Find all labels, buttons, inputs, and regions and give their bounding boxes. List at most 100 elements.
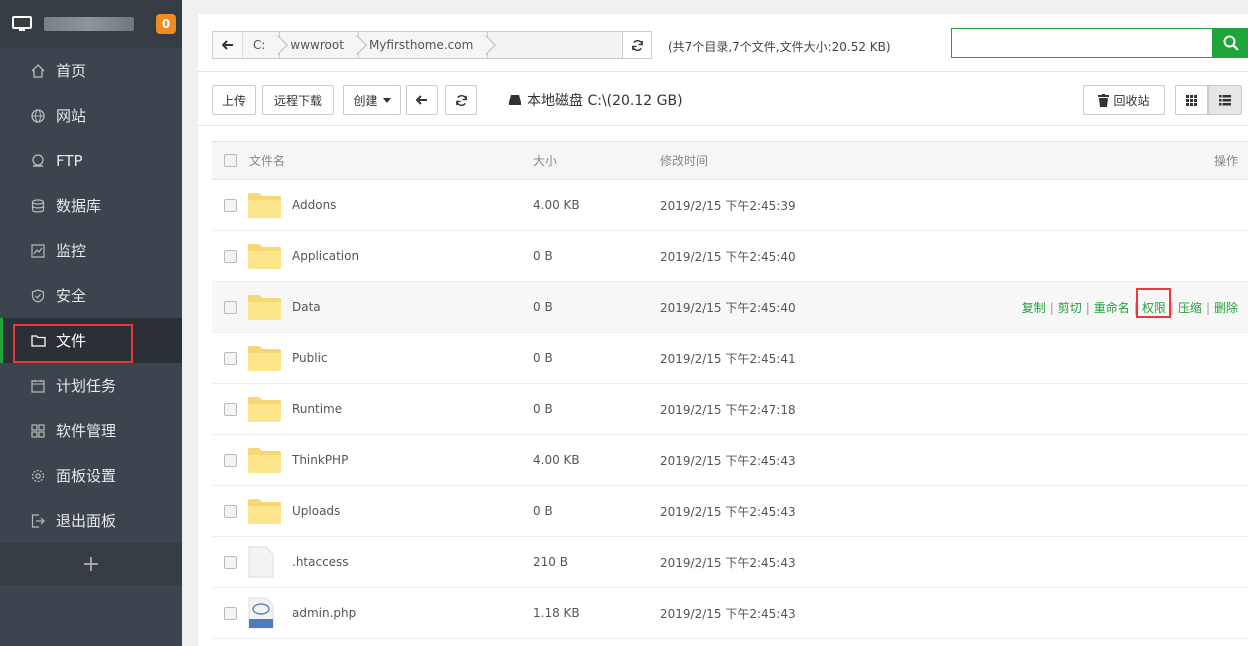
ftp-icon (30, 153, 46, 169)
list-view-icon (1219, 94, 1231, 105)
arrow-left-icon (416, 95, 427, 105)
search-button[interactable] (1213, 28, 1248, 58)
row-checkbox[interactable] (223, 198, 237, 212)
table-row[interactable]: Addons 4.00 KB 2019/2/15 下午2:45:39 (212, 180, 1248, 231)
file-time: 2019/2/15 下午2:45:43 (660, 555, 796, 570)
file-name[interactable]: Addons (292, 198, 533, 212)
path-back-button[interactable] (213, 32, 243, 58)
file-name[interactable]: Public (292, 351, 533, 365)
arrow-left-icon (221, 40, 233, 50)
file-size: 0 B (533, 249, 553, 263)
calendar-icon (30, 378, 46, 394)
folder-icon (248, 397, 281, 422)
sidebar-item-monitor[interactable]: 监控 (0, 228, 182, 273)
server-header: 0 (0, 0, 182, 48)
header-name[interactable]: 文件名 (248, 152, 533, 169)
file-time: 2019/2/15 下午2:45:43 (660, 504, 796, 519)
file-name[interactable]: Uploads (292, 504, 533, 518)
file-name[interactable]: Application (292, 249, 533, 263)
list-view-button[interactable] (1208, 85, 1242, 115)
file-size: 0 B (533, 300, 553, 314)
sidebar-item-settings[interactable]: 面板设置 (0, 453, 182, 498)
create-dropdown-button[interactable]: 创建 (343, 85, 401, 115)
select-all-checkbox[interactable] (223, 154, 237, 167)
table-row[interactable]: Public 0 B 2019/2/15 下午2:45:41 (212, 333, 1248, 384)
file-name[interactable]: Runtime (292, 402, 533, 416)
copy-link[interactable]: 复制 (1022, 299, 1046, 316)
folder-icon (248, 295, 281, 320)
sidebar-item-logout[interactable]: 退出面板 (0, 498, 182, 543)
file-size: 0 B (533, 402, 553, 416)
recycle-bin-button[interactable]: 回收站 (1083, 85, 1165, 115)
sidebar-item-home[interactable]: 首页 (0, 48, 182, 93)
file-manager: C: wwwroot Myfirsthome.com (共7个目录,7个文件,文… (198, 14, 1248, 646)
refresh-button[interactable] (445, 85, 477, 115)
remote-download-button[interactable]: 远程下载 (262, 85, 334, 115)
separator: | (1049, 300, 1054, 315)
file-table: 文件名 大小 修改时间 操作 Addons 4.00 KB 2019/2/15 下午… (212, 141, 1248, 639)
cut-link[interactable]: 剪切 (1058, 299, 1082, 316)
refresh-icon (631, 39, 643, 51)
grid-view-button[interactable] (1175, 85, 1208, 115)
add-button[interactable]: + (0, 543, 182, 585)
file-time: 2019/2/15 下午2:45:40 (660, 300, 796, 315)
sidebar-item-database[interactable]: 数据库 (0, 183, 182, 228)
compress-link[interactable]: 压缩 (1178, 299, 1202, 316)
folder-icon (248, 499, 281, 524)
search-input[interactable] (951, 28, 1213, 58)
sidebar-item-files[interactable]: 文件 (0, 318, 182, 363)
permission-link[interactable]: 权限 (1135, 288, 1171, 318)
file-size: 0 B (533, 504, 553, 518)
grid-icon (30, 423, 46, 439)
table-row[interactable]: Runtime 0 B 2019/2/15 下午2:47:18 (212, 384, 1248, 435)
path-refresh-button[interactable] (622, 31, 652, 59)
row-checkbox[interactable] (223, 300, 237, 314)
file-name[interactable]: .htaccess (292, 555, 533, 569)
directory-summary: (共7个目录,7个文件,文件大小:20.52 KB) (668, 40, 891, 54)
disk-selector[interactable]: 本地磁盘 C:\(20.12 GB) (508, 90, 683, 110)
sidebar-item-website[interactable]: 网站 (0, 93, 182, 138)
file-name[interactable]: Data (292, 300, 533, 314)
header-size[interactable]: 大小 (533, 152, 660, 169)
file-time: 2019/2/15 下午2:45:40 (660, 249, 796, 264)
table-row[interactable]: Application 0 B 2019/2/15 下午2:45:40 (212, 231, 1248, 282)
table-row[interactable]: Uploads 0 B 2019/2/15 下午2:45:43 (212, 486, 1248, 537)
sidebar-menu: 首页 网站 FTP 数据库 监控 安全 文件 计划任务 软件管理 面板设置 退出… (0, 48, 182, 543)
recycle-label: 回收站 (1113, 93, 1150, 108)
rename-link[interactable]: 重命名 (1094, 299, 1130, 316)
breadcrumb-item[interactable]: Myfirsthome.com (358, 32, 489, 58)
row-checkbox[interactable] (223, 453, 237, 467)
breadcrumb-item[interactable]: C: (243, 32, 281, 58)
folder-icon (248, 244, 281, 269)
row-checkbox[interactable] (223, 504, 237, 518)
table-row[interactable]: .htaccess 210 B 2019/2/15 下午2:45:43 (212, 537, 1248, 588)
table-row[interactable]: admin.php 1.18 KB 2019/2/15 下午2:45:43 (212, 588, 1248, 639)
upload-button[interactable]: 上传 (212, 85, 256, 115)
breadcrumb-item[interactable]: wwwroot (280, 32, 359, 58)
row-checkbox[interactable] (223, 606, 237, 620)
back-button[interactable] (406, 85, 438, 115)
row-checkbox[interactable] (223, 249, 237, 263)
row-checkbox[interactable] (223, 555, 237, 569)
sidebar-item-ftp[interactable]: FTP (0, 138, 182, 183)
file-size: 4.00 KB (533, 453, 580, 467)
header-op: 操作 (1213, 154, 1238, 168)
header-time[interactable]: 修改时间 (660, 152, 960, 169)
file-name[interactable]: admin.php (292, 606, 533, 620)
row-checkbox[interactable] (223, 402, 237, 416)
table-row[interactable]: ThinkPHP 4.00 KB 2019/2/15 下午2:45:43 (212, 435, 1248, 486)
file-name[interactable]: ThinkPHP (292, 453, 533, 467)
row-checkbox[interactable] (223, 351, 237, 365)
monitor-chart-icon (30, 243, 46, 259)
delete-link[interactable]: 删除 (1214, 299, 1238, 316)
notification-badge[interactable]: 0 (156, 14, 176, 34)
sidebar-item-cron[interactable]: 计划任务 (0, 363, 182, 408)
monitor-icon (12, 16, 32, 31)
sidebar-item-security[interactable]: 安全 (0, 273, 182, 318)
sidebar-item-software[interactable]: 软件管理 (0, 408, 182, 453)
file-time: 2019/2/15 下午2:45:41 (660, 351, 796, 366)
table-row[interactable]: Data 0 B 2019/2/15 下午2:45:40 复制 | 剪切 | 重命名 | 权限 | 压… (212, 282, 1248, 333)
highlight-box (1135, 288, 1171, 318)
divider (198, 125, 1248, 126)
file-time: 2019/2/15 下午2:47:18 (660, 402, 796, 417)
